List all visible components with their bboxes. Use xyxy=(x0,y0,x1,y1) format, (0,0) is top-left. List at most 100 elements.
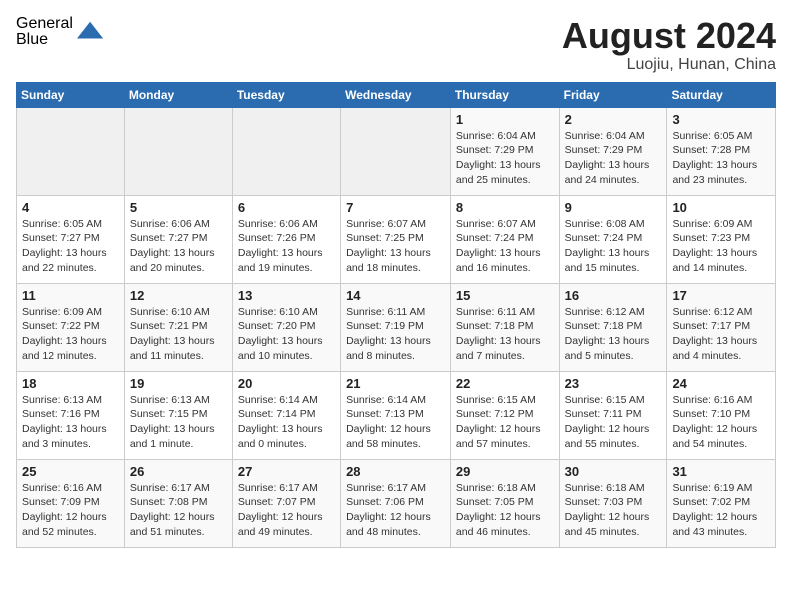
day-number: 20 xyxy=(238,376,335,391)
day-number: 26 xyxy=(130,464,227,479)
calendar-week-5: 25 Sunrise: 6:16 AM Sunset: 7:09 PM Dayli… xyxy=(17,459,776,547)
day-info: Sunrise: 6:10 AM Sunset: 7:21 PM Dayligh… xyxy=(130,305,227,364)
day-info: Sunrise: 6:18 AM Sunset: 7:05 PM Dayligh… xyxy=(456,481,554,540)
day-number: 27 xyxy=(238,464,335,479)
day-number: 25 xyxy=(22,464,119,479)
day-number: 18 xyxy=(22,376,119,391)
day-info: Sunrise: 6:11 AM Sunset: 7:18 PM Dayligh… xyxy=(456,305,554,364)
location-subtitle: Luojiu, Hunan, China xyxy=(562,56,776,74)
day-number: 12 xyxy=(130,288,227,303)
calendar-cell: 29Sunrise: 6:18 AM Sunset: 7:05 PM Dayli… xyxy=(450,459,559,547)
calendar-cell: 24Sunrise: 6:16 AM Sunset: 7:10 PM Dayli… xyxy=(667,371,776,459)
day-number: 3 xyxy=(672,112,770,127)
header-wednesday: Wednesday xyxy=(341,82,451,107)
logo-blue: Blue xyxy=(16,32,73,48)
logo-general: General xyxy=(16,16,73,32)
calendar-cell xyxy=(17,107,125,195)
calendar-cell: 30 Sunrise: 6:18 AM Sunset: 7:03 PM Dayli… xyxy=(559,459,667,547)
calendar-header: Sunday Monday Tuesday Wednesday Thursday… xyxy=(17,82,776,107)
header-sunday: Sunday xyxy=(17,82,125,107)
calendar-cell: 13 Sunrise: 6:10 AM Sunset: 7:20 PM Dayli… xyxy=(232,283,340,371)
day-info: Sunrise: 6:15 AM Sunset: 7:12 PM Dayligh… xyxy=(456,393,554,452)
header-monday: Monday xyxy=(124,82,232,107)
calendar-cell: 4Sunrise: 6:05 AM Sunset: 7:27 PM Daylig… xyxy=(17,195,125,283)
day-number: 4 xyxy=(22,200,119,215)
day-info: Sunrise: 6:14 AM Sunset: 7:13 PM Dayligh… xyxy=(346,393,445,452)
day-number: 22 xyxy=(456,376,554,391)
calendar-cell: 27 Sunrise: 6:17 AM Sunset: 7:07 PM Dayli… xyxy=(232,459,340,547)
page-header: General Blue August 2024 Luojiu, Hunan, … xyxy=(16,16,776,74)
logo: General Blue xyxy=(16,16,105,48)
day-info: Sunrise: 6:16 AM Sunset: 7:09 PM Dayligh… xyxy=(22,481,119,540)
calendar-cell: 14Sunrise: 6:11 AM Sunset: 7:19 PM Dayli… xyxy=(341,283,451,371)
day-info: Sunrise: 6:10 AM Sunset: 7:20 PM Dayligh… xyxy=(238,305,335,364)
calendar-cell: 23Sunrise: 6:15 AM Sunset: 7:11 PM Dayli… xyxy=(559,371,667,459)
calendar-cell xyxy=(232,107,340,195)
day-info: Sunrise: 6:16 AM Sunset: 7:10 PM Dayligh… xyxy=(672,393,770,452)
day-info: Sunrise: 6:13 AM Sunset: 7:16 PM Dayligh… xyxy=(22,393,119,452)
title-section: August 2024 Luojiu, Hunan, China xyxy=(562,16,776,74)
header-row: Sunday Monday Tuesday Wednesday Thursday… xyxy=(17,82,776,107)
day-info: Sunrise: 6:09 AM Sunset: 7:22 PM Dayligh… xyxy=(22,305,119,364)
calendar-cell: 20 Sunrise: 6:14 AM Sunset: 7:14 PM Dayli… xyxy=(232,371,340,459)
calendar-cell: 25 Sunrise: 6:16 AM Sunset: 7:09 PM Dayli… xyxy=(17,459,125,547)
month-year-title: August 2024 xyxy=(562,16,776,56)
day-number: 1 xyxy=(456,112,554,127)
day-number: 21 xyxy=(346,376,445,391)
logo-icon xyxy=(77,18,105,46)
calendar-cell: 28Sunrise: 6:17 AM Sunset: 7:06 PM Dayli… xyxy=(341,459,451,547)
calendar-cell: 12 Sunrise: 6:10 AM Sunset: 7:21 PM Dayli… xyxy=(124,283,232,371)
day-info: Sunrise: 6:08 AM Sunset: 7:24 PM Dayligh… xyxy=(565,217,662,276)
day-info: Sunrise: 6:17 AM Sunset: 7:08 PM Dayligh… xyxy=(130,481,227,540)
day-info: Sunrise: 6:14 AM Sunset: 7:14 PM Dayligh… xyxy=(238,393,335,452)
calendar-week-3: 11 Sunrise: 6:09 AM Sunset: 7:22 PM Dayli… xyxy=(17,283,776,371)
calendar-cell: 11 Sunrise: 6:09 AM Sunset: 7:22 PM Dayli… xyxy=(17,283,125,371)
day-info: Sunrise: 6:17 AM Sunset: 7:07 PM Dayligh… xyxy=(238,481,335,540)
header-saturday: Saturday xyxy=(667,82,776,107)
calendar-cell: 6 Sunrise: 6:06 AM Sunset: 7:26 PM Daylig… xyxy=(232,195,340,283)
day-number: 11 xyxy=(22,288,119,303)
header-tuesday: Tuesday xyxy=(232,82,340,107)
calendar-cell: 22 Sunrise: 6:15 AM Sunset: 7:12 PM Dayli… xyxy=(450,371,559,459)
day-number: 13 xyxy=(238,288,335,303)
day-info: Sunrise: 6:07 AM Sunset: 7:25 PM Dayligh… xyxy=(346,217,445,276)
header-thursday: Thursday xyxy=(450,82,559,107)
day-info: Sunrise: 6:19 AM Sunset: 7:02 PM Dayligh… xyxy=(672,481,770,540)
calendar-cell: 5 Sunrise: 6:06 AM Sunset: 7:27 PM Daylig… xyxy=(124,195,232,283)
calendar-week-2: 4Sunrise: 6:05 AM Sunset: 7:27 PM Daylig… xyxy=(17,195,776,283)
day-info: Sunrise: 6:12 AM Sunset: 7:17 PM Dayligh… xyxy=(672,305,770,364)
header-friday: Friday xyxy=(559,82,667,107)
calendar-week-1: 1 Sunrise: 6:04 AM Sunset: 7:29 PM Daylig… xyxy=(17,107,776,195)
day-number: 9 xyxy=(565,200,662,215)
day-info: Sunrise: 6:09 AM Sunset: 7:23 PM Dayligh… xyxy=(672,217,770,276)
day-number: 17 xyxy=(672,288,770,303)
day-number: 31 xyxy=(672,464,770,479)
day-number: 5 xyxy=(130,200,227,215)
day-number: 7 xyxy=(346,200,445,215)
day-number: 14 xyxy=(346,288,445,303)
day-info: Sunrise: 6:06 AM Sunset: 7:26 PM Dayligh… xyxy=(238,217,335,276)
calendar-cell: 10 Sunrise: 6:09 AM Sunset: 7:23 PM Dayli… xyxy=(667,195,776,283)
calendar-cell: 18 Sunrise: 6:13 AM Sunset: 7:16 PM Dayli… xyxy=(17,371,125,459)
day-number: 2 xyxy=(565,112,662,127)
calendar-cell: 2 Sunrise: 6:04 AM Sunset: 7:29 PM Daylig… xyxy=(559,107,667,195)
day-info: Sunrise: 6:06 AM Sunset: 7:27 PM Dayligh… xyxy=(130,217,227,276)
day-info: Sunrise: 6:04 AM Sunset: 7:29 PM Dayligh… xyxy=(456,129,554,188)
day-info: Sunrise: 6:18 AM Sunset: 7:03 PM Dayligh… xyxy=(565,481,662,540)
calendar-cell: 7 Sunrise: 6:07 AM Sunset: 7:25 PM Daylig… xyxy=(341,195,451,283)
day-number: 23 xyxy=(565,376,662,391)
day-number: 16 xyxy=(565,288,662,303)
day-info: Sunrise: 6:07 AM Sunset: 7:24 PM Dayligh… xyxy=(456,217,554,276)
calendar-cell: 1 Sunrise: 6:04 AM Sunset: 7:29 PM Daylig… xyxy=(450,107,559,195)
day-info: Sunrise: 6:05 AM Sunset: 7:28 PM Dayligh… xyxy=(672,129,770,188)
calendar-cell xyxy=(341,107,451,195)
day-info: Sunrise: 6:13 AM Sunset: 7:15 PM Dayligh… xyxy=(130,393,227,452)
calendar-table: Sunday Monday Tuesday Wednesday Thursday… xyxy=(16,82,776,548)
day-info: Sunrise: 6:12 AM Sunset: 7:18 PM Dayligh… xyxy=(565,305,662,364)
day-number: 8 xyxy=(456,200,554,215)
day-number: 30 xyxy=(565,464,662,479)
day-number: 10 xyxy=(672,200,770,215)
calendar-cell: 26 Sunrise: 6:17 AM Sunset: 7:08 PM Dayli… xyxy=(124,459,232,547)
day-info: Sunrise: 6:04 AM Sunset: 7:29 PM Dayligh… xyxy=(565,129,662,188)
day-number: 6 xyxy=(238,200,335,215)
